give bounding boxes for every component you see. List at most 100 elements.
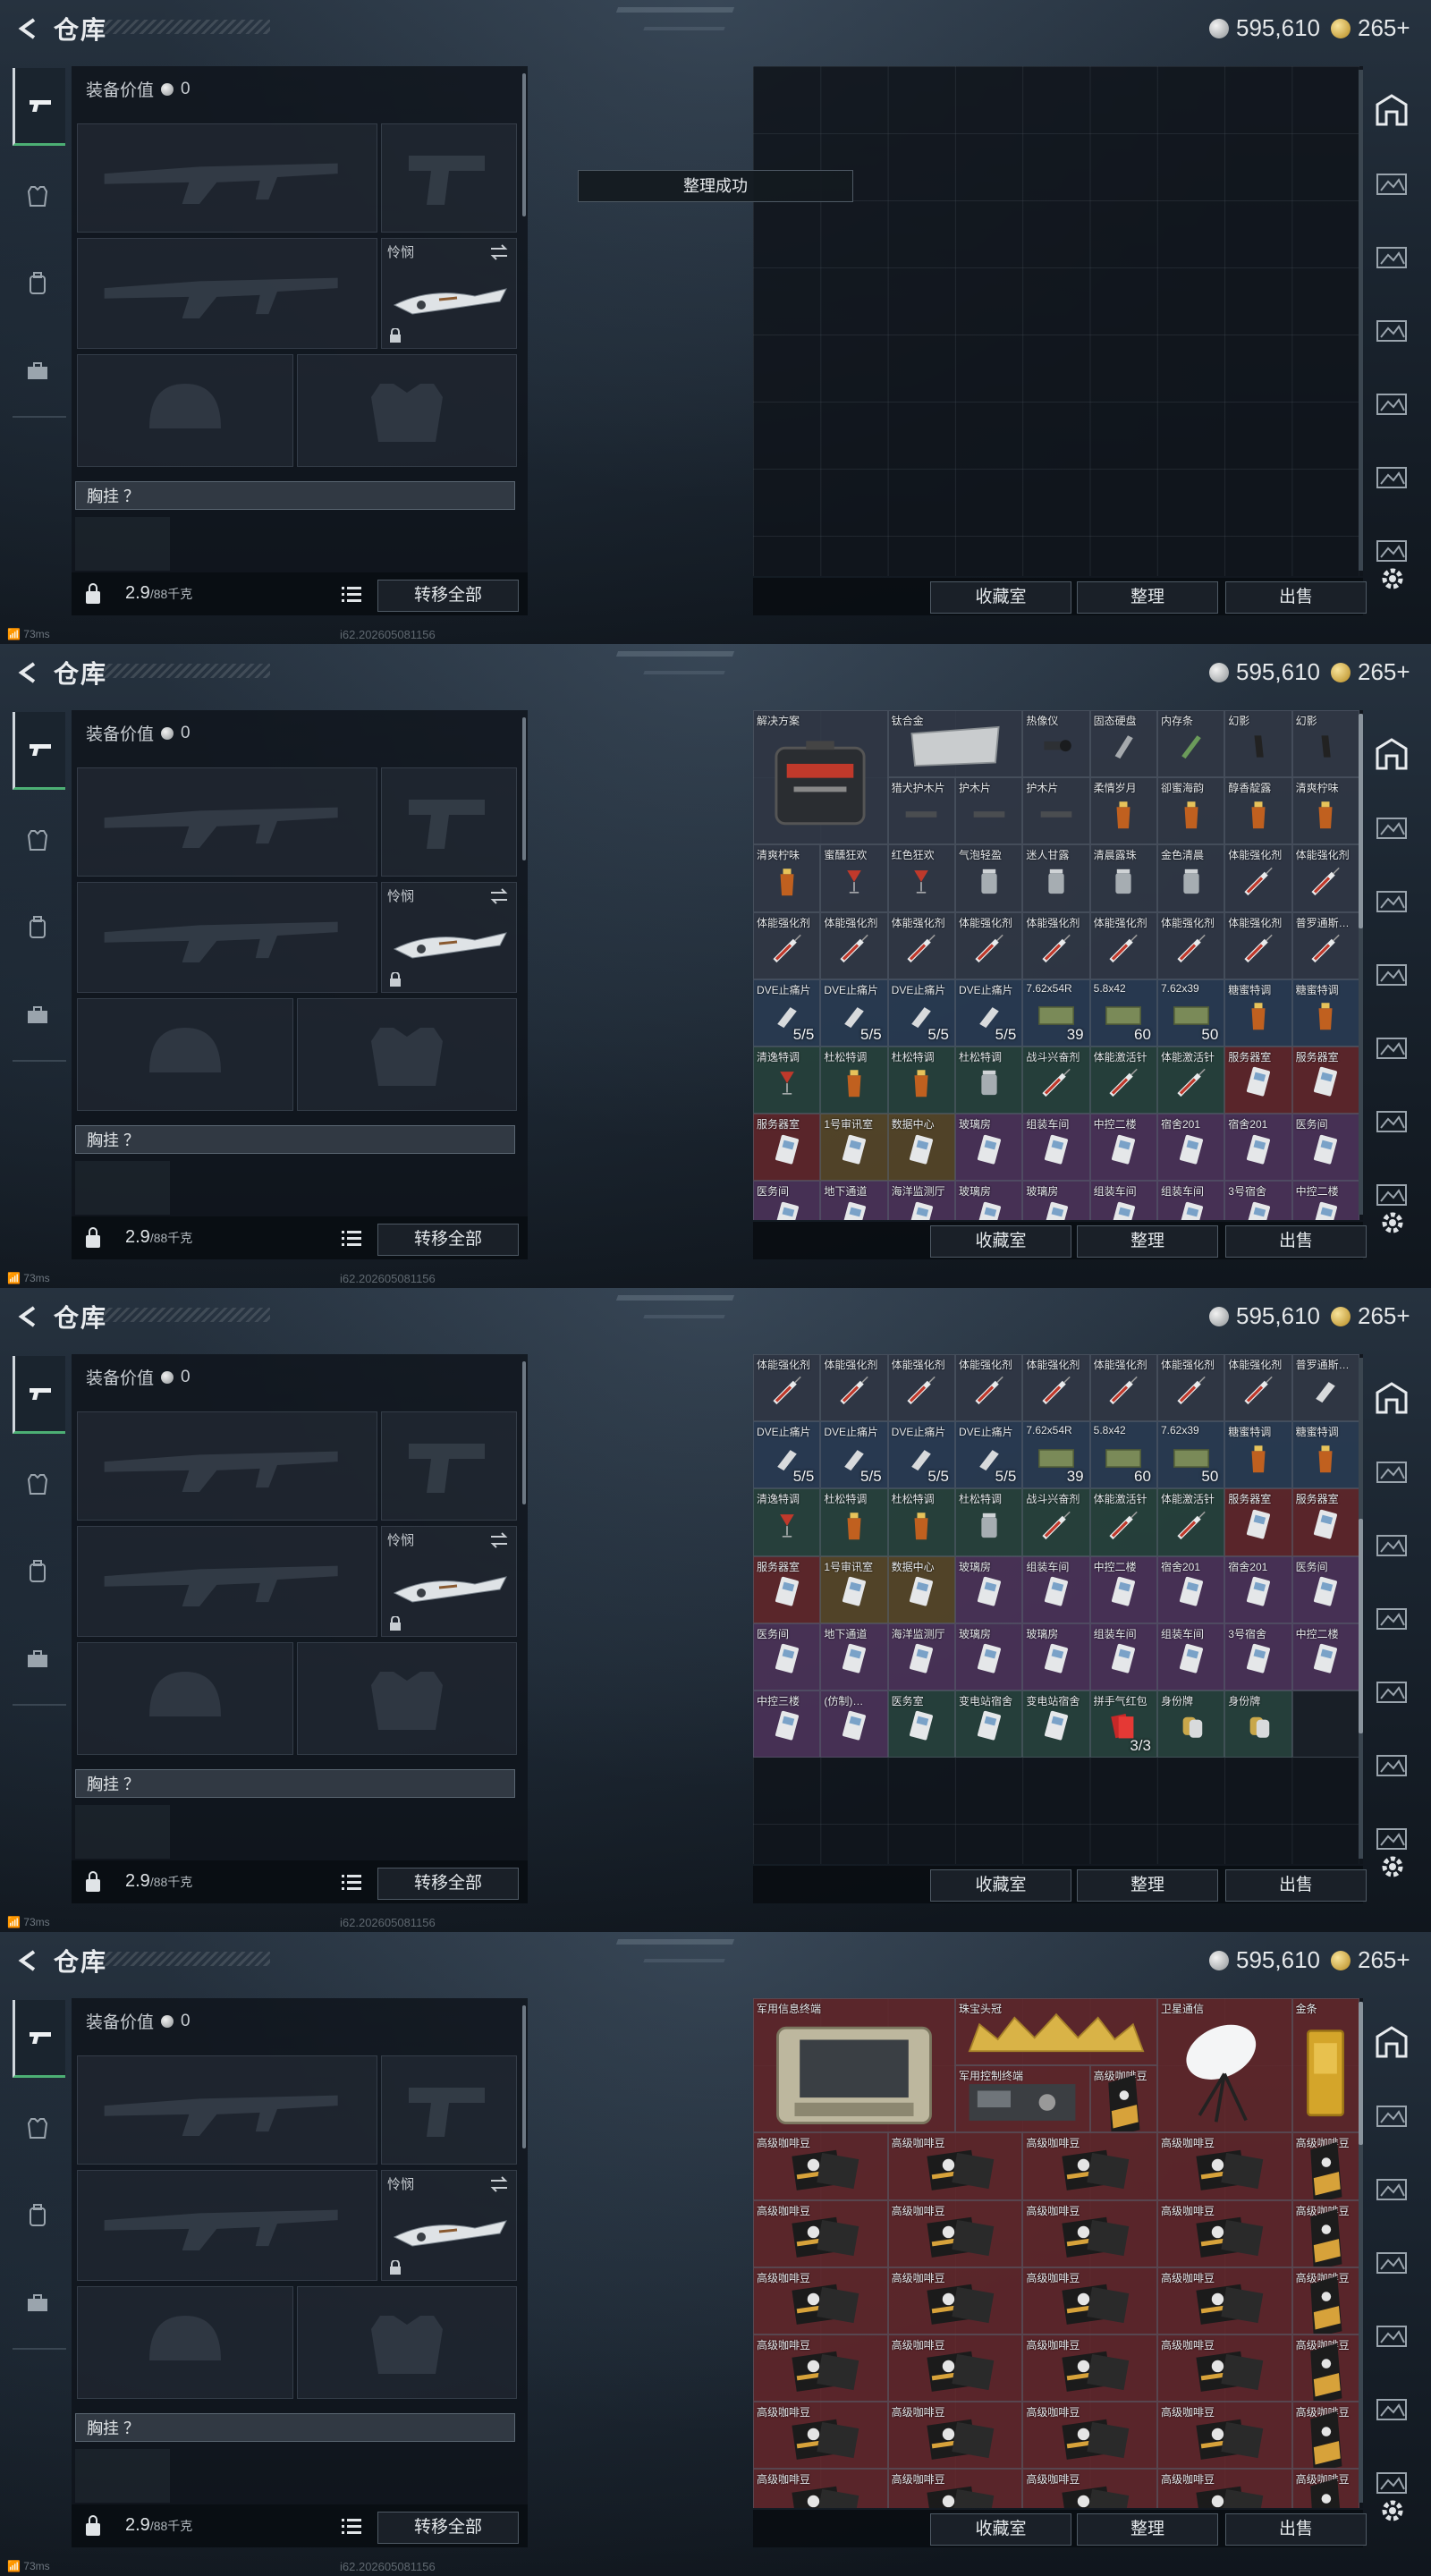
stash-item-card[interactable]: 海洋监测厅 — [887, 1181, 955, 1220]
settings-gear-icon[interactable] — [1379, 2497, 1406, 2524]
stash-scrollbar[interactable] — [1359, 2002, 1363, 2503]
stash-item-jar[interactable]: 清晨露珠 — [1089, 844, 1157, 912]
tab-case[interactable] — [13, 978, 63, 1053]
stash-item-card[interactable]: 中控二楼 — [1089, 1114, 1157, 1182]
tab-safehouse[interactable] — [1370, 723, 1413, 785]
collection-room-button[interactable]: 收藏室 — [930, 1225, 1071, 1258]
stash-item-jar[interactable]: 杜松特调 — [954, 1046, 1023, 1114]
stash-item-coffee[interactable]: 高级咖啡豆 — [887, 2334, 1023, 2402]
stash-item-coffee[interactable]: 高级咖啡豆 — [753, 2334, 888, 2402]
stash-item-card[interactable]: 医务间 — [1291, 1114, 1359, 1182]
stash-item-syringe[interactable]: 体能强化剂 — [887, 911, 955, 979]
stash-item-syringe[interactable]: 体能强化剂 — [1224, 1354, 1292, 1422]
stash-item-syringe[interactable]: 体能强化剂 — [954, 911, 1023, 979]
stash-item-syringe[interactable]: 体能强化剂 — [753, 911, 821, 979]
stash-item-ammo[interactable]: 7.62x54R 39 — [1022, 979, 1090, 1046]
back-button[interactable] — [14, 1946, 43, 1975]
stash-item-coffee[interactable]: 高级咖啡豆 — [1022, 2334, 1157, 2402]
stash-item-terminal[interactable]: 军用信息终端 — [753, 1998, 955, 2133]
chest-rig-header[interactable]: 胸挂 ？ — [75, 2413, 515, 2442]
stash-item-card[interactable]: 变电站宿舍 — [1022, 1690, 1090, 1758]
swap-icon[interactable] — [489, 244, 509, 260]
stash-scroll-thumb[interactable] — [1359, 714, 1363, 928]
stash-tab-4[interactable] — [1370, 2304, 1413, 2367]
stash-item-glass[interactable]: 清逸特调 — [753, 1488, 821, 1556]
stash-item-card[interactable]: 中控三楼 — [753, 1690, 821, 1758]
stash-item-ammo[interactable]: 5.8x42 60 — [1089, 979, 1157, 1046]
stash-item-coffee[interactable]: 高级咖啡豆 — [1291, 2132, 1359, 2200]
stash-item-tag[interactable]: 身份牌 — [1156, 1690, 1225, 1758]
stash-item-syringe[interactable]: 体能强化剂 — [820, 911, 888, 979]
stash-item-pill[interactable]: DVE止痛片 5/5 — [954, 1421, 1023, 1489]
stash-item-card[interactable]: 变电站宿舍 — [954, 1690, 1023, 1758]
transfer-all-button[interactable]: 转移全部 — [377, 1224, 519, 1256]
stash-item-coffee[interactable]: 高级咖啡豆 — [1022, 2267, 1157, 2334]
pistol-slot[interactable] — [381, 123, 517, 233]
tab-weapons[interactable] — [13, 712, 65, 790]
sort-button[interactable]: 整理 — [1077, 1225, 1218, 1258]
chest-rig-header[interactable]: 胸挂 ？ — [75, 1769, 515, 1798]
stash-tab-4[interactable] — [1370, 372, 1413, 435]
chest-rig-slot[interactable] — [75, 517, 170, 571]
stash-item-card[interactable]: 组装车间 — [1022, 1555, 1090, 1623]
stash-item-drink[interactable]: 糖蜜特调 — [1291, 1421, 1359, 1489]
equipment-scrollbar[interactable] — [522, 73, 526, 216]
tab-safehouse[interactable] — [1370, 2011, 1413, 2073]
list-icon[interactable] — [342, 1873, 361, 1891]
stash-tab-1[interactable] — [1370, 796, 1413, 859]
stash-item-card[interactable]: 玻璃房 — [954, 1114, 1023, 1182]
stash-item-coffee[interactable]: 高级咖啡豆 — [1156, 2469, 1292, 2508]
stash-item-coffee[interactable]: 高级咖啡豆 — [753, 2402, 888, 2470]
stash-item-card[interactable]: 1号审讯室 — [820, 1114, 888, 1182]
equipment-scrollbar[interactable] — [522, 1361, 526, 1504]
equipment-scrollbar[interactable] — [522, 2005, 526, 2148]
stash-item-card[interactable]: 组装车间 — [1089, 1623, 1157, 1690]
stash-item-card[interactable]: 1号审讯室 — [820, 1555, 888, 1623]
sort-button[interactable]: 整理 — [1077, 581, 1218, 614]
stash-item-card[interactable]: 服务器室 — [1224, 1046, 1292, 1114]
stash-item-card[interactable]: 医务间 — [753, 1181, 821, 1220]
collection-room-button[interactable]: 收藏室 — [930, 1869, 1071, 1902]
gold-currency[interactable]: 265+ — [1331, 658, 1410, 686]
stash-item-coffee[interactable]: 高级咖啡豆 — [887, 2402, 1023, 2470]
stash-tab-3[interactable] — [1370, 2231, 1413, 2293]
stash-item-card[interactable]: 宿舍201 — [1156, 1114, 1225, 1182]
stash-item-coffee[interactable]: 高级咖啡豆 — [753, 2199, 888, 2267]
stash-item-mag[interactable]: 幻影 — [1291, 710, 1359, 778]
helmet-slot[interactable] — [77, 998, 293, 1111]
stash-item-card[interactable]: 玻璃房 — [954, 1181, 1023, 1220]
chest-rig-slot[interactable] — [75, 2449, 170, 2503]
pistol-slot[interactable] — [381, 767, 517, 877]
stash-scrollbar[interactable] — [1359, 1358, 1363, 1859]
tab-safehouse[interactable] — [1370, 1367, 1413, 1429]
swap-icon[interactable] — [489, 888, 509, 904]
stash-item-card[interactable]: 宿舍201 — [1224, 1114, 1292, 1182]
stash-item-coffee[interactable]: 高级咖啡豆 — [1156, 2199, 1292, 2267]
stash-item-card[interactable]: 数据中心 — [887, 1114, 955, 1182]
stash-item-coffee[interactable]: 高级咖啡豆 — [1022, 2469, 1157, 2508]
stash-item-coffee[interactable]: 高级咖啡豆 — [1156, 2267, 1292, 2334]
stash-item-jar[interactable]: 杜松特调 — [954, 1488, 1023, 1556]
stash-item-card[interactable]: 宿舍201 — [1156, 1555, 1225, 1623]
tab-weapons[interactable] — [13, 1356, 65, 1434]
stash-tab-2[interactable] — [1370, 1513, 1413, 1576]
stash-item-syringe[interactable]: 体能强化剂 — [820, 1354, 888, 1422]
stash-tab-2[interactable] — [1370, 2157, 1413, 2220]
stash-item-ammo[interactable]: 7.62x39 50 — [1156, 1421, 1225, 1489]
tab-backpack[interactable] — [13, 246, 63, 321]
stash-item-coffee[interactable]: 高级咖啡豆 — [887, 2267, 1023, 2334]
back-button[interactable] — [14, 14, 43, 43]
stash-item-card[interactable]: 中控二楼 — [1089, 1555, 1157, 1623]
stash-item-syringe[interactable]: 体能强化剂 — [753, 1354, 821, 1422]
stash-tab-3[interactable] — [1370, 299, 1413, 361]
settings-gear-icon[interactable] — [1379, 1209, 1406, 1236]
stash-tab-5[interactable] — [1370, 445, 1413, 508]
stash-item-card[interactable]: 服务器室 — [753, 1114, 821, 1182]
stash-item-card[interactable]: 服务器室 — [753, 1555, 821, 1623]
body-armor-slot[interactable] — [297, 354, 517, 467]
swap-icon[interactable] — [489, 1532, 509, 1548]
stash-item-card[interactable]: 医务室 — [887, 1690, 955, 1758]
back-button[interactable] — [14, 1302, 43, 1331]
sell-button[interactable]: 出售 — [1225, 2513, 1367, 2546]
stash-item-card[interactable]: 组装车间 — [1156, 1181, 1225, 1220]
